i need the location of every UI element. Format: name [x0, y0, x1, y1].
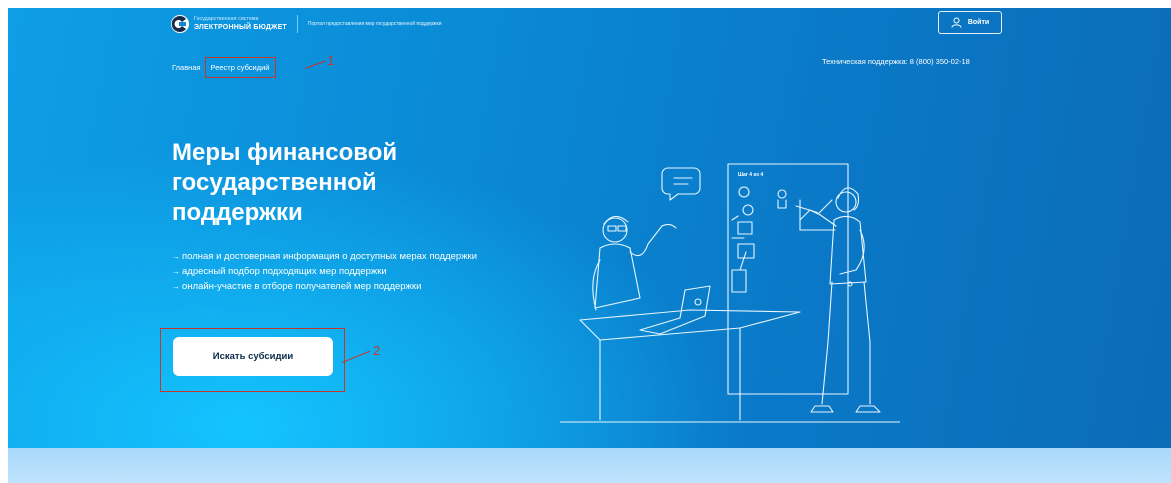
header-logo[interactable]: Государственная система ЭЛЕКТРОННЫЙ БЮДЖ… — [170, 14, 442, 34]
arrow-right-icon: → — [172, 282, 180, 291]
breadcrumb-registry[interactable]: Реестр субсидий — [204, 57, 276, 78]
login-label: Войти — [967, 19, 990, 26]
benefits-list: → полная и достоверная информация о досту… — [172, 249, 477, 294]
annotation-1: 1 — [327, 53, 335, 68]
benefit-item: → онлайн-участие в отборе получателей мер… — [172, 279, 477, 294]
page-title: Меры финансовой государственной поддержк… — [172, 139, 398, 226]
people-at-board-illustration: Шаг 4 из 4 — [560, 163, 900, 423]
logo-small-text: Государственная система — [194, 16, 259, 22]
annotation-2: 2 — [373, 343, 381, 358]
breadcrumb-home[interactable]: Главная — [172, 63, 201, 72]
benefit-item: → адресный подбор подходящих мер поддержк… — [172, 264, 477, 279]
benefit-text: адресный подбор подходящих мер поддержки — [182, 266, 387, 277]
benefit-text: полная и достоверная информация о доступ… — [182, 251, 478, 262]
logo-big-text: ЭЛЕКТРОННЫЙ БЮДЖЕТ — [194, 24, 287, 31]
benefit-text: онлайн-участие в отборе получателей мер … — [182, 281, 422, 292]
portal-name: Портал предоставления мер государственно… — [307, 21, 442, 27]
search-subsidies-button[interactable]: Искать субсидии — [173, 337, 333, 376]
login-button[interactable]: Войти — [938, 11, 1002, 34]
lower-strip — [8, 448, 1171, 483]
benefit-item: → полная и достоверная информация о досту… — [172, 249, 477, 264]
board-text: Шаг 4 из 4 — [738, 172, 763, 178]
user-icon — [951, 17, 962, 28]
logo-divider — [296, 15, 298, 33]
arrow-right-icon: → — [172, 252, 180, 261]
logo-text: Государственная система ЭЛЕКТРОННЫЙ БЮДЖ… — [194, 16, 287, 32]
ebudget-logo-icon — [171, 15, 189, 33]
arrow-right-icon: → — [172, 267, 180, 276]
breadcrumb: Главная Реестр субсидий — [172, 57, 276, 78]
support-phone: Техническая поддержка: 8 (800) 350-02-18 — [822, 57, 970, 66]
